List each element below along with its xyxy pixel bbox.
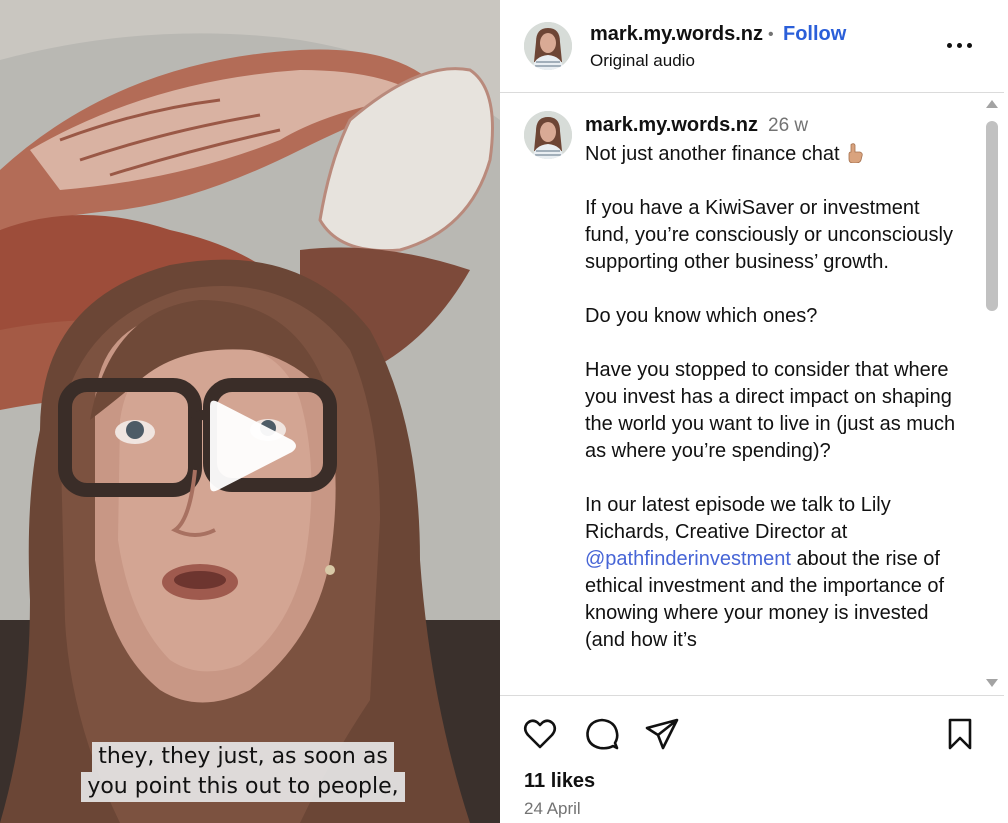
likes-count[interactable]: 11 likes: [524, 770, 595, 793]
caption-timestamp[interactable]: 26 w: [768, 115, 808, 137]
avatar[interactable]: [524, 22, 572, 70]
more-options-icon[interactable]: [944, 30, 980, 60]
play-icon: [210, 400, 296, 492]
avatar[interactable]: [524, 111, 572, 159]
caption-paragraph: In our latest episode we talk to Lily Ri…: [585, 492, 965, 654]
profile-photo: [524, 111, 572, 159]
scrollbar-thumb[interactable]: [986, 121, 998, 311]
post-date[interactable]: 24 April: [524, 799, 581, 819]
audio-link[interactable]: Original audio: [590, 51, 695, 71]
reel-video[interactable]: they, they just, as soon as you point th…: [0, 0, 500, 823]
follow-button[interactable]: Follow: [783, 23, 846, 46]
caption-paragraph: Not just another finance chat: [585, 141, 965, 168]
post-actions: 11 likes 24 April: [500, 695, 1004, 823]
video-subtitles: they, they just, as soon as you point th…: [78, 742, 408, 802]
pointing-up-hand-icon: [848, 143, 863, 163]
share-button[interactable]: [644, 716, 680, 752]
post-details-panel: mark.my.words.nz • Follow Original audio…: [500, 0, 1008, 823]
subtitle-line: they, they just, as soon as: [92, 742, 394, 772]
post-header: mark.my.words.nz • Follow Original audio: [500, 0, 1004, 93]
caption-paragraph: If you have a KiwiSaver or investment fu…: [585, 197, 953, 273]
scroll-down-arrow-icon[interactable]: [985, 678, 999, 688]
caption-line: In our latest episode we talk to Lily Ri…: [585, 494, 891, 543]
mention-link[interactable]: @pathfinderinvestment: [585, 548, 791, 570]
header-username[interactable]: mark.my.words.nz: [590, 23, 763, 46]
heart-icon: [523, 719, 557, 749]
save-button[interactable]: [942, 716, 978, 752]
caption-username[interactable]: mark.my.words.nz: [585, 114, 758, 137]
comment-icon: [586, 718, 619, 750]
bookmark-icon: [948, 718, 972, 750]
scroll-up-arrow-icon[interactable]: [985, 99, 999, 109]
subtitle-line: you point this out to people,: [81, 772, 405, 802]
separator-dot: •: [768, 26, 774, 43]
caption-line: Not just another finance chat: [585, 143, 840, 165]
share-icon: [645, 718, 679, 750]
caption-text: Not just another finance chat If you hav…: [585, 141, 965, 654]
play-button[interactable]: [200, 398, 300, 494]
like-button[interactable]: [522, 716, 558, 752]
comment-button[interactable]: [584, 716, 620, 752]
caption-paragraph: Do you know which ones?: [585, 305, 818, 327]
profile-photo: [524, 22, 572, 70]
comments-section: mark.my.words.nz 26 w Not just another f…: [500, 94, 1004, 695]
caption-paragraph: Have you stopped to consider that where …: [585, 359, 956, 462]
